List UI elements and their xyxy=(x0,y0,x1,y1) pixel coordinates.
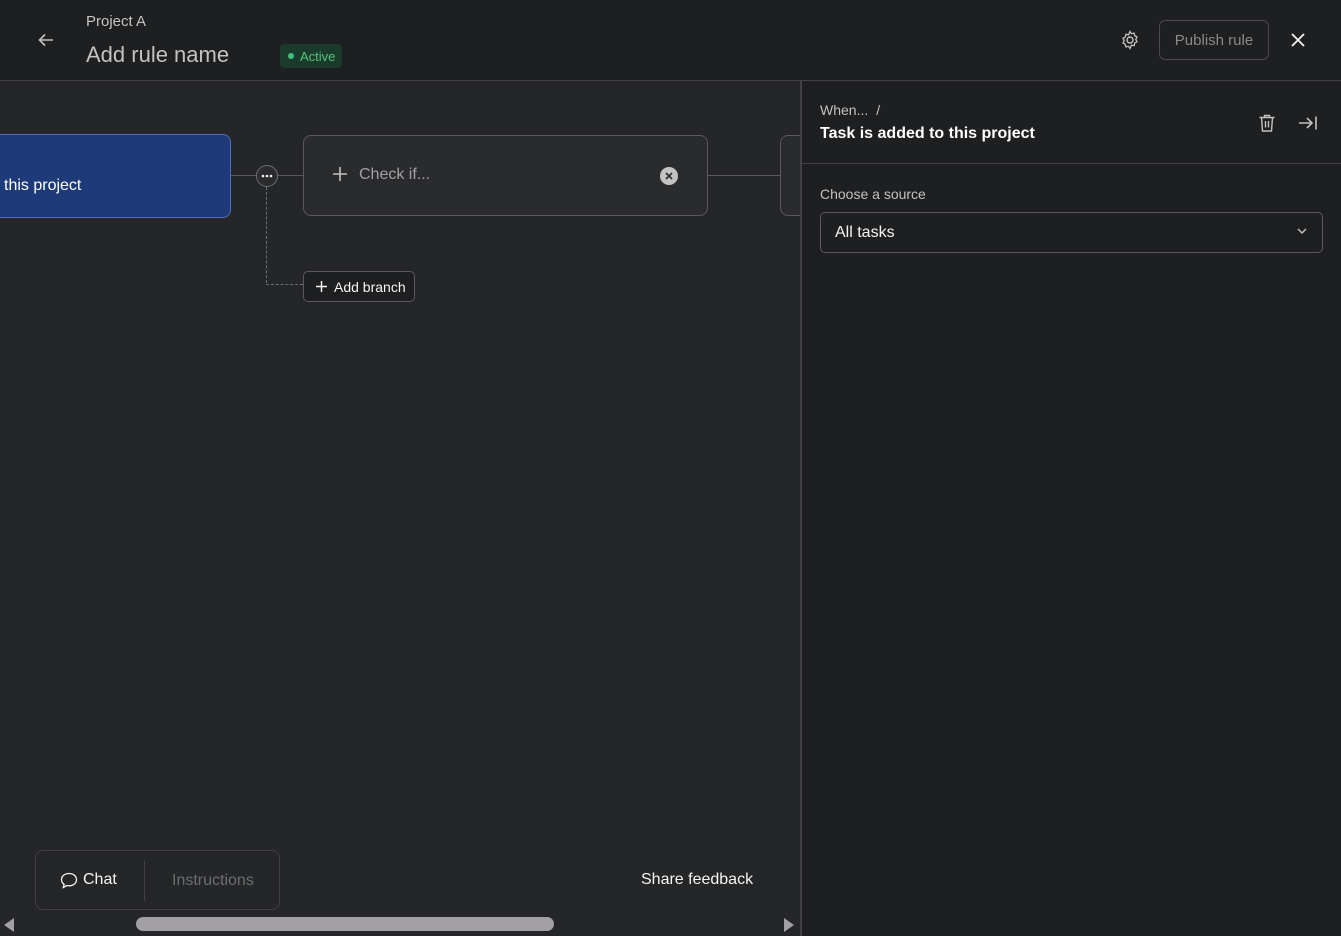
trigger-card-label: this project xyxy=(4,177,82,194)
delete-trigger-button[interactable] xyxy=(1254,110,1280,136)
chat-label: Chat xyxy=(83,871,117,888)
trash-icon xyxy=(1259,114,1275,132)
collapse-right-icon xyxy=(1299,116,1317,130)
ellipsis-icon xyxy=(261,174,273,178)
divider xyxy=(144,861,145,901)
trigger-card[interactable]: this project xyxy=(0,134,231,218)
plus-icon xyxy=(316,281,327,292)
add-branch-label: Add branch xyxy=(334,278,406,295)
chat-bubble-icon xyxy=(60,872,78,889)
project-name[interactable]: Project A xyxy=(86,13,146,30)
source-select[interactable]: All tasks xyxy=(820,212,1323,253)
branch-connector-vertical xyxy=(266,187,267,283)
breadcrumb: When... / xyxy=(820,102,880,118)
x-circle-icon xyxy=(665,172,673,180)
settings-button[interactable] xyxy=(1114,24,1146,56)
scrollbar-thumb[interactable] xyxy=(136,917,554,931)
arrow-left-icon xyxy=(38,33,53,47)
gear-icon xyxy=(1122,30,1138,50)
trigger-details-panel: When... / Task is added to this project … xyxy=(800,81,1341,936)
connector-options-button[interactable] xyxy=(256,165,278,187)
close-icon xyxy=(1291,33,1305,47)
close-button[interactable] xyxy=(1282,24,1314,56)
panel-title: Task is added to this project xyxy=(820,125,1035,142)
rule-canvas[interactable]: this project Check if... Add branch Chat… xyxy=(0,81,800,936)
scroll-left-arrow-icon[interactable] xyxy=(4,918,14,932)
publish-rule-button[interactable]: Publish rule xyxy=(1159,20,1269,60)
plus-icon xyxy=(333,167,347,181)
action-card[interactable] xyxy=(780,135,800,216)
source-select-value: All tasks xyxy=(835,223,895,241)
back-button[interactable] xyxy=(30,24,62,56)
connector-line xyxy=(708,175,780,176)
status-badge-label: Active xyxy=(300,48,336,64)
check-if-label: Check if... xyxy=(359,166,431,183)
share-feedback-link[interactable]: Share feedback xyxy=(641,871,753,889)
header-bar: Project A Add rule name Active Publish r… xyxy=(0,0,1341,81)
instructions-button[interactable]: Instructions xyxy=(172,872,254,890)
collapse-panel-button[interactable] xyxy=(1295,110,1321,136)
breadcrumb-item[interactable]: When... xyxy=(820,102,868,118)
chevron-down-icon xyxy=(1297,228,1307,235)
horizontal-scrollbar[interactable] xyxy=(0,913,800,936)
rule-name-input[interactable]: Add rule name xyxy=(86,42,229,68)
scroll-right-arrow-icon[interactable] xyxy=(784,918,794,932)
remove-check-button[interactable] xyxy=(660,167,678,185)
assistant-toggle-group: Chat Instructions xyxy=(35,850,280,910)
panel-header: When... / Task is added to this project xyxy=(802,81,1341,164)
status-badge: Active xyxy=(280,44,343,68)
breadcrumb-separator: / xyxy=(876,102,881,118)
add-branch-button[interactable]: Add branch xyxy=(303,271,415,302)
branch-connector-horizontal xyxy=(266,284,303,285)
status-dot-icon xyxy=(288,53,294,59)
check-if-card[interactable]: Check if... xyxy=(303,135,708,216)
source-label: Choose a source xyxy=(820,186,926,202)
chat-button[interactable]: Chat xyxy=(60,871,117,889)
